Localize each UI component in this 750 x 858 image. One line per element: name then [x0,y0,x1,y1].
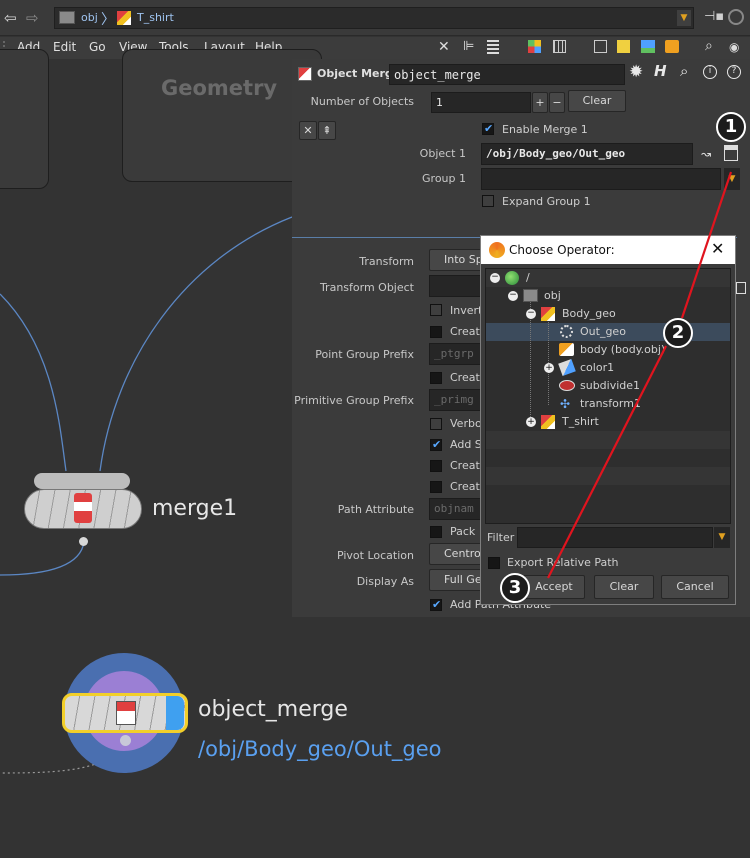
callout-2: 2 [663,318,693,348]
annotation-line-2-3 [547,345,667,579]
callout-1: 1 [716,112,746,142]
annotation-line-1-2 [680,171,733,319]
callout-3: 3 [500,573,530,603]
annotation-lines [547,171,733,579]
